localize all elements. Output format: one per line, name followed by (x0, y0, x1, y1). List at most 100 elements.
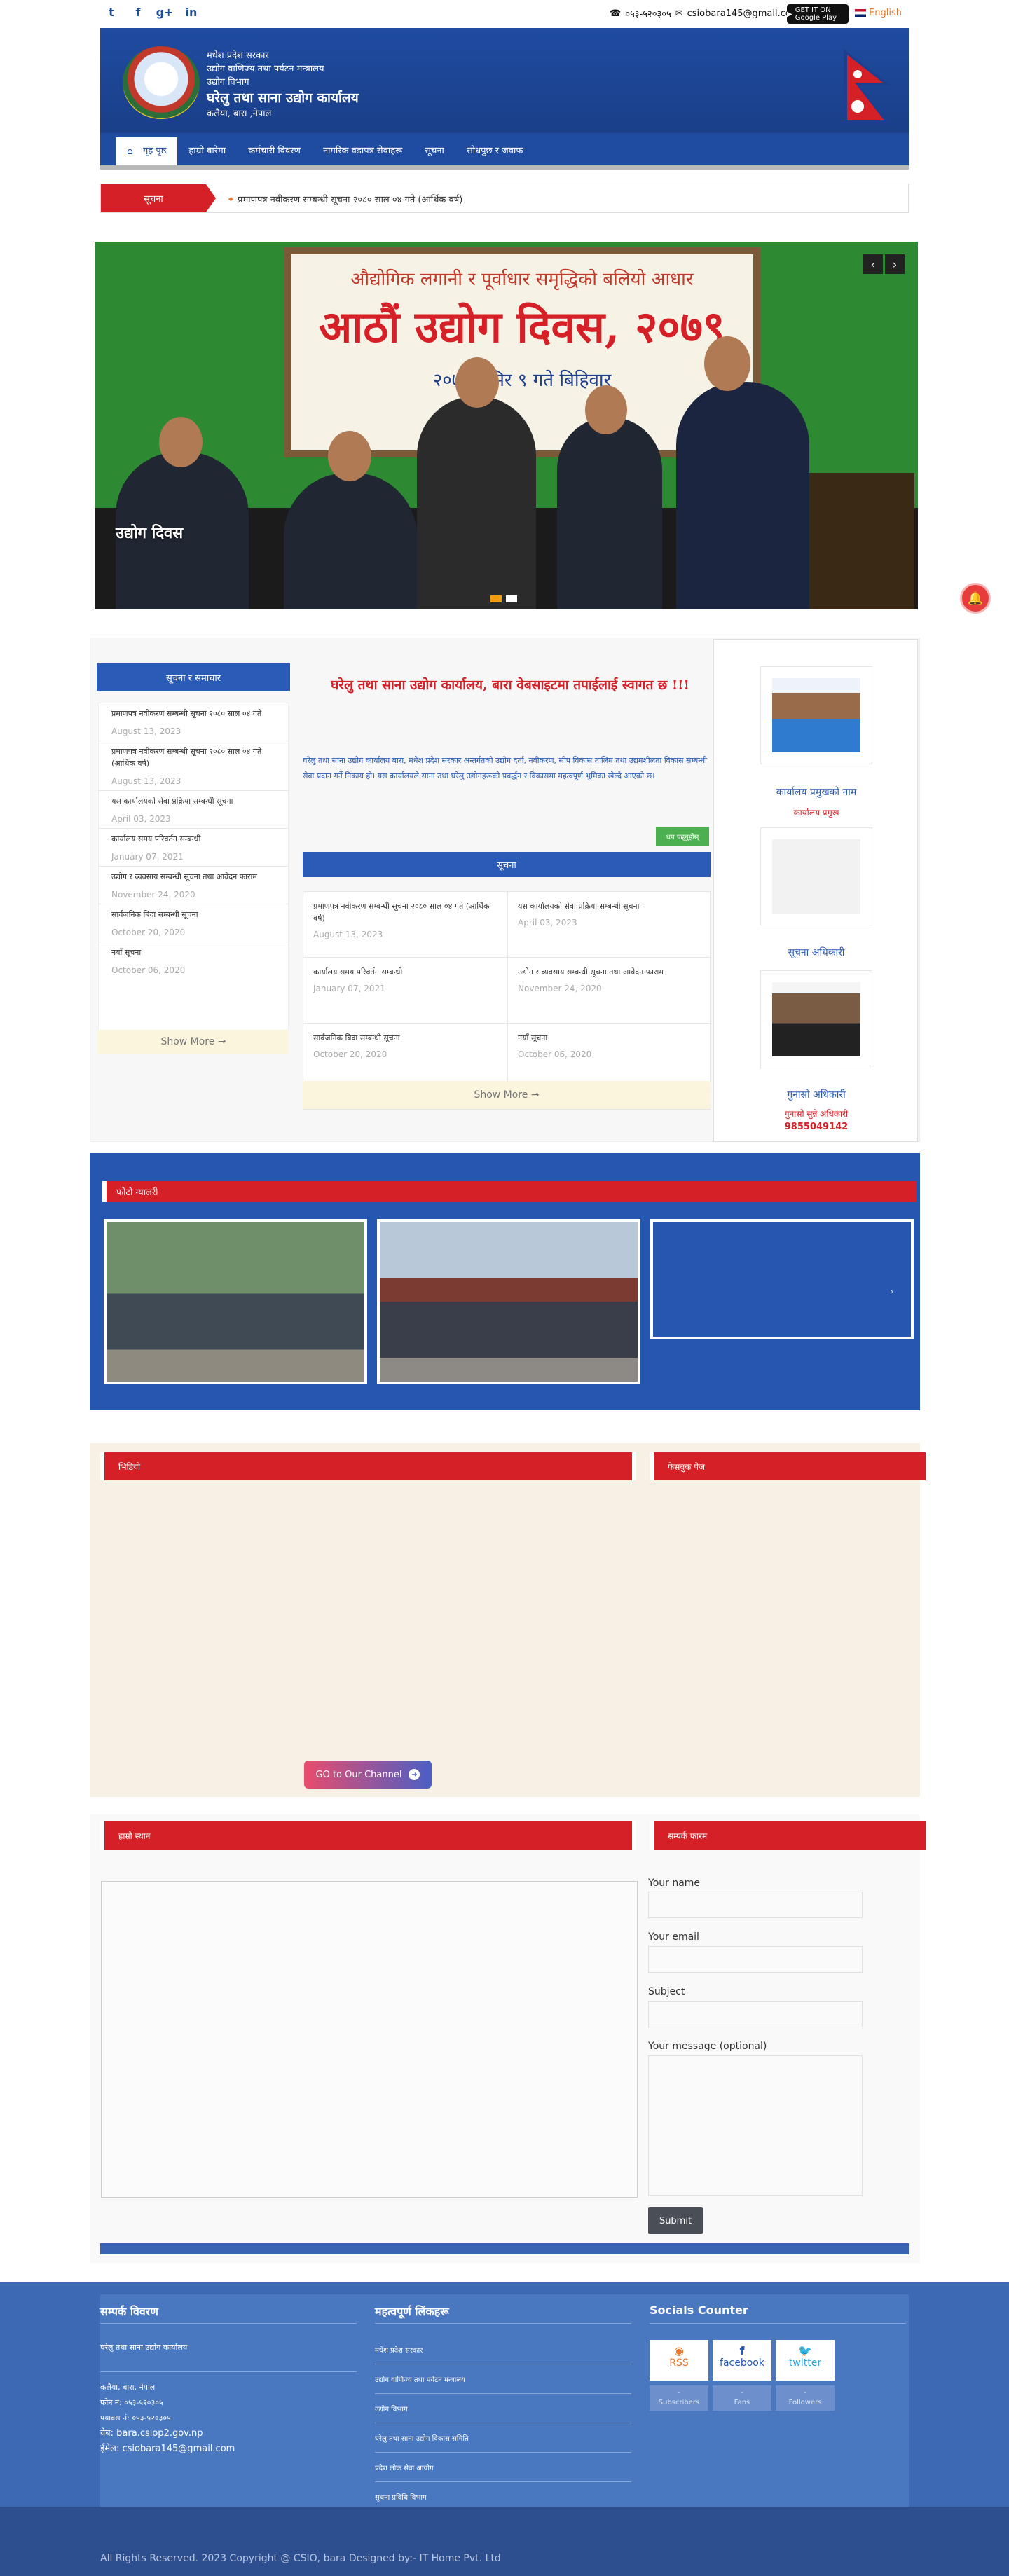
footer-office: घरेलु तथा साना उद्योग कार्यालय (100, 2343, 188, 2352)
person-head (455, 357, 499, 408)
read-more-button[interactable]: थप पढ्नुहोस् (656, 827, 709, 846)
rss-counter[interactable]: ◉ RSS (650, 2340, 708, 2381)
person-head (585, 385, 627, 434)
top-email[interactable]: csiobara145@gmail.com (687, 8, 800, 19)
nav-charter[interactable]: नागरिक वडापत्र सेवाहरू (312, 137, 413, 165)
list-item[interactable]: कार्यालय समय परिवर्तन सम्बन्धी January 07… (99, 829, 288, 867)
footer-link[interactable]: उद्योग वाणिज्य तथा पर्यटन मन्त्रालय (375, 2364, 631, 2394)
home-icon: ⌂ (127, 146, 133, 157)
nav-about[interactable]: हाम्रो बारेमा (177, 137, 237, 165)
play-icon: ▶ (787, 10, 792, 18)
language-switch[interactable]: English (855, 8, 902, 18)
slider-dot[interactable] (490, 595, 502, 602)
person-figure (284, 473, 417, 609)
uk-flag-icon (855, 9, 866, 17)
submit-button[interactable]: Submit (648, 2207, 703, 2234)
message-label: Your message (optional) (648, 2041, 767, 2052)
news-ticker: सूचना ✦ प्रमाणपत्र नवीकरण सम्बन्धी सूचना… (100, 184, 909, 213)
lamp-stand (809, 473, 914, 609)
notification-bell-icon[interactable]: 🔔 (960, 583, 991, 614)
nav-home[interactable]: ⌂ गृह पृष्ठ (116, 137, 178, 165)
footer-links: मधेश प्रदेश सरकार उद्योग वाणिज्य तथा पर्… (375, 2335, 631, 2512)
office-title: घरेलु तथा साना उद्योग कार्यालय (207, 90, 359, 106)
notice-item[interactable]: प्रमाणपत्र नवीकरण सम्बन्धी सूचना २०८० सा… (303, 892, 507, 958)
arrow-right-icon: ➜ (409, 1769, 420, 1780)
nav-faq[interactable]: सोधपुछ र जवाफ (455, 137, 535, 165)
list-item[interactable]: प्रमाणपत्र नवीकरण सम्बन्धी सूचना २०८० सा… (99, 741, 288, 791)
footer-link[interactable]: घरेलु तथा साना उद्योग विकास समिति (375, 2423, 631, 2453)
map-embed[interactable] (101, 1881, 638, 2198)
header-line1: मधेश प्रदेश सरकार (207, 50, 269, 61)
mail-icon: ✉ (675, 8, 683, 19)
notice-item[interactable]: कार्यालय समय परिवर्तन सम्बन्धी January 07… (303, 958, 507, 1024)
notice-heading: सूचना (303, 852, 711, 877)
footer-divider (100, 2371, 357, 2372)
nav-staff[interactable]: कर्मचारी विवरण (237, 137, 312, 165)
list-item[interactable]: यस कार्यालयको सेवा प्रक्रिया सम्बन्धी सू… (99, 791, 288, 829)
footer-web[interactable]: वेब: bara.csiop2.gov.np (100, 2426, 203, 2441)
slider-dot[interactable] (506, 595, 517, 602)
facebook-counter[interactable]: f facebook (713, 2340, 771, 2381)
nepal-flag-icon (844, 49, 891, 125)
gallery-photo[interactable] (104, 1219, 367, 1384)
slider-prev-button[interactable]: ‹ (863, 254, 883, 274)
notice-item[interactable]: नयाँ सूचना October 06, 2020 (507, 1024, 711, 1089)
google-play-button[interactable]: ▶ GET IT ON Google Play (787, 4, 849, 24)
facebook-heading: फेसबुक पेज (650, 1452, 930, 1480)
slider-next-button[interactable]: › (885, 254, 905, 274)
subject-input[interactable] (648, 2001, 863, 2027)
message-textarea[interactable] (648, 2055, 863, 2196)
notice-item[interactable]: यस कार्यालयको सेवा प्रक्रिया सम्बन्धी सू… (507, 892, 711, 958)
twitter-counter[interactable]: 🐦 twitter (776, 2340, 835, 2381)
ticker-text[interactable]: ✦ प्रमाणपत्र नवीकरण सम्बन्धी सूचना २०८० … (227, 193, 462, 205)
name-input[interactable] (648, 1892, 863, 1918)
rss-sub: - Subscribers (650, 2385, 708, 2411)
gallery-photo[interactable] (377, 1219, 640, 1384)
copyright-bar (0, 2507, 1009, 2576)
footer-link[interactable]: उद्योग विभाग (375, 2394, 631, 2423)
person-head (704, 336, 750, 391)
linkedin-icon[interactable]: in (185, 6, 198, 19)
gallery-next-icon[interactable]: › (890, 1286, 894, 1297)
footer-link[interactable]: मधेश प्रदेश सरकार (375, 2335, 631, 2364)
gallery-photo-placeholder[interactable] (650, 1219, 914, 1339)
person-head (159, 417, 203, 467)
footer-divider (100, 2323, 357, 2324)
footer-links-heading: महत्वपूर्ण लिंकहरू (375, 2305, 449, 2318)
ticker-arrow (206, 184, 216, 212)
notice-item[interactable]: सार्वजनिक बिदा सम्बन्धी सूचना October 20,… (303, 1024, 507, 1089)
list-item[interactable]: प्रमाणपत्र नवीकरण सम्बन्धी सूचना २०८० सा… (99, 703, 288, 741)
header-line2: उद्योग वाणिज्य तथा पर्यटन मन्त्रालय (207, 64, 324, 74)
google-plus-icon[interactable]: g+ (156, 6, 174, 19)
avatar (772, 678, 860, 752)
sidebar-show-more[interactable]: Show More → (98, 1030, 289, 1054)
notice-item[interactable]: उद्योग र व्यवसाय सम्बन्धी सूचना तथा आवेद… (507, 958, 711, 1024)
person-figure (557, 417, 662, 609)
footer-contact-heading: सम्पर्क विवरण (100, 2305, 158, 2318)
ticker-label: सूचना (101, 184, 206, 212)
list-item[interactable]: सार्वजनिक बिदा सम्बन्धी सूचना October 20,… (99, 904, 288, 942)
facebook-icon[interactable]: f (132, 6, 144, 19)
notice-show-more[interactable]: Show More → (303, 1081, 711, 1109)
socials-counter-heading: Socials Counter (650, 2303, 748, 2317)
header-line3: उद्योग विभाग (207, 77, 249, 88)
list-item[interactable]: उद्योग र व्यवसाय सम्बन्धी सूचना तथा आवेद… (99, 867, 288, 904)
footer-link[interactable]: प्रदेश लोक सेवा आयोग (375, 2453, 631, 2482)
official-name: कार्यालय प्रमुखको नाम (776, 787, 857, 798)
footer-email[interactable]: ईमेल: csiobara145@gmail.com (100, 2441, 235, 2457)
email-input[interactable] (648, 1946, 863, 1973)
footer-phone: फोन नं: ०५३-५२०३०५ (100, 2398, 163, 2407)
footer-divider (650, 2323, 906, 2324)
twitter-icon[interactable]: t (105, 6, 118, 19)
youtube-channel-button[interactable]: GO to Our Channel ➜ (304, 1761, 432, 1789)
welcome-title: घरेलु तथा साना उद्योग कार्यालय, बारा वेब… (331, 677, 689, 693)
video-section (90, 1443, 920, 1797)
official-role: कार्यालय प्रमुख (793, 808, 839, 818)
official-photo (760, 970, 872, 1068)
nepal-emblem-logo[interactable] (123, 46, 200, 119)
list-item[interactable]: नयाँ सूचना October 06, 2020 (99, 942, 288, 979)
slider-dots[interactable] (490, 595, 517, 602)
nav-notice[interactable]: सूचना (413, 137, 455, 165)
banner-date-text: २०७९ मंसिर ९ गते बिहिवार (432, 370, 612, 391)
person-head (328, 431, 371, 481)
